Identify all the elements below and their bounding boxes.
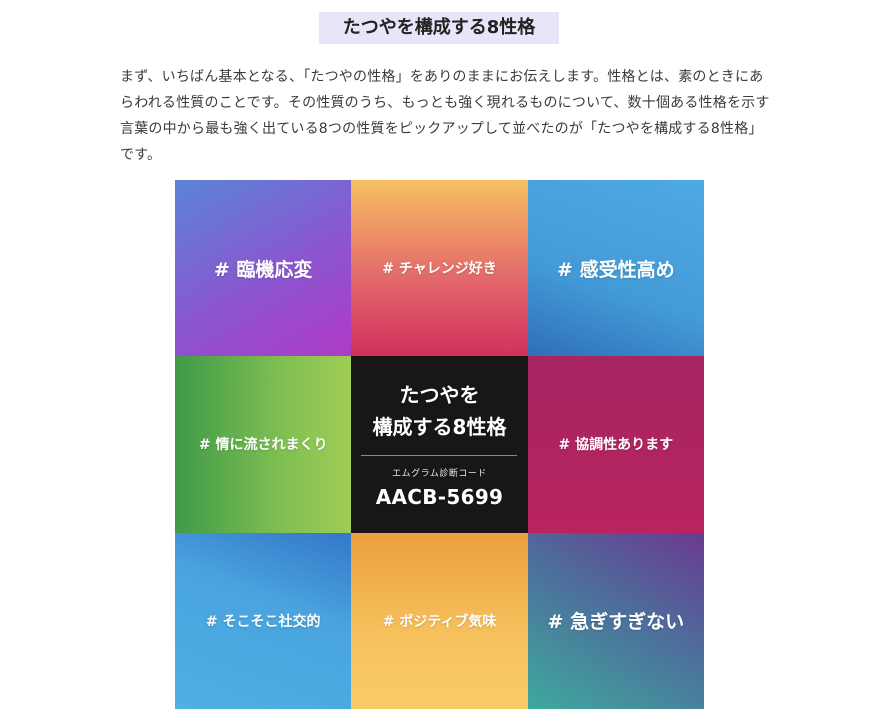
trait-tile-4: # 情に流されまくり: [175, 356, 352, 533]
trait-label: # 感受性高め: [557, 258, 675, 281]
center-tile: たつやを 構成する8性格 エムグラム診断コード AACB-5699: [351, 356, 528, 533]
trait-label: # 情に流されまくり: [198, 437, 328, 454]
intro-paragraph: まず、いちばん基本となる、「たつやの性格」をありのままにお伝えします。性格とは、…: [120, 69, 770, 163]
trait-label: # 臨機応変: [213, 258, 313, 281]
trait-label: # ポジティブ気味: [382, 613, 497, 630]
trait-tile-9: # 急ぎすぎない: [527, 532, 704, 709]
center-divider: [361, 455, 518, 457]
trait-tile-1: # 臨機応変: [175, 180, 352, 357]
trait-tile-6: # 協調性あります: [527, 356, 704, 533]
center-title-line2: 構成する8性格: [372, 415, 507, 440]
trait-label: # チャレンジ好き: [382, 261, 497, 278]
diagnosis-code: AACB-5699: [375, 485, 504, 510]
trait-tile-7: # そこそこ社交的: [175, 532, 352, 709]
section-heading: たつやを構成する8性格: [319, 12, 559, 44]
trait-label: # そこそこ社交的: [205, 613, 321, 630]
trait-tile-2: # チャレンジ好き: [351, 180, 528, 357]
diagnosis-code-label: エムグラム診断コード: [392, 469, 487, 480]
personality-grid: # 臨機応変 # チャレンジ好き # 感受性高め # 情に流されまくり たつやを…: [175, 180, 704, 709]
trait-label: # 協調性あります: [558, 437, 674, 454]
center-title-line1: たつやを: [399, 383, 480, 408]
trait-tile-8: # ポジティブ気味: [351, 532, 528, 709]
trait-tile-3: # 感受性高め: [527, 180, 704, 357]
trait-label: # 急ぎすぎない: [547, 611, 685, 634]
